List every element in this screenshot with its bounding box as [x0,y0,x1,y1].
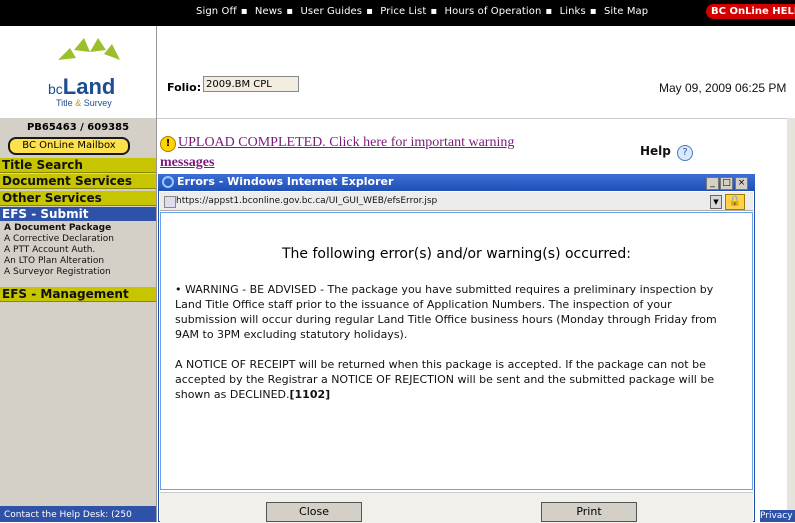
sidebar-item-efs-management[interactable]: EFS - Management [0,287,156,302]
sidebar-item-document-services[interactable]: Document Services [0,174,156,189]
nav-price-list[interactable]: Price List [380,6,426,17]
sidebar-subitem-lto-plan[interactable]: An LTO Plan Alteration [4,256,104,266]
notice-code: [1102] [289,388,331,401]
address-url[interactable]: https://appst1.bconline.gov.bc.ca/UI_GUI… [176,196,437,206]
page-icon [164,196,176,208]
nav-user-guides[interactable]: User Guides [300,6,362,17]
logo-land: Land [62,74,116,99]
folio-label: Folio: [167,81,202,94]
logo-survey: Survey [83,98,112,108]
lock-icon[interactable]: 🔒 [725,194,745,210]
account-number: PB65463 / 609385 [26,122,130,133]
logo-title: Title [56,98,73,108]
close-button[interactable]: Close [266,502,362,522]
nav-hours[interactable]: Hours of Operation [445,6,542,17]
warning-icon: ! [160,136,176,152]
divider [157,118,787,119]
folio-field[interactable]: 2009.BM CPL [203,76,299,92]
page-scrollbar[interactable] [787,118,795,514]
upload-completed-link-cont[interactable]: messages [160,155,214,171]
contact-help-desk: Contact the Help Desk: (250 [4,510,132,520]
sidebar-item-other-services[interactable]: Other Services [0,191,156,206]
print-button[interactable]: Print [541,502,637,522]
notice-message: A NOTICE OF RECEIPT will be returned whe… [175,357,730,402]
sidebar-subitem-surveyor-registration[interactable]: A Surveyor Registration [4,267,111,277]
help-icon[interactable]: ? [677,145,693,161]
sidebar-subitem-corrective-declaration[interactable]: A Corrective Declaration [4,234,114,244]
nav-separator: ▪ [545,6,553,17]
help-label[interactable]: Help [640,144,671,158]
error-heading: The following error(s) and/or warning(s)… [281,246,631,262]
nav-sign-off[interactable]: Sign Off [196,6,237,17]
minimize-button[interactable]: _ [706,177,719,190]
sidebar-item-efs-submit[interactable]: EFS - Submit [0,207,156,221]
nav-separator: ▪ [240,6,248,17]
land-title-logo-icon [58,38,120,60]
nav-news[interactable]: News [255,6,282,17]
window-close-button[interactable]: × [735,177,748,190]
bc-online-help-button[interactable]: BC OnLine HELP [706,4,795,19]
mailbox-button[interactable]: BC OnLine Mailbox [8,137,130,155]
address-dropdown-icon[interactable]: ▼ [710,195,722,209]
date-time: May 09, 2009 06:25 PM [659,81,787,95]
upload-completed-link[interactable]: UPLOAD COMPLETED. Click here for importa… [178,135,514,151]
nav-links[interactable]: Links [560,6,586,17]
sidebar-subitem-ptt-account[interactable]: A PTT Account Auth. [4,245,95,255]
nav-site-map[interactable]: Site Map [604,6,648,17]
privacy-link[interactable]: Privacy [760,510,795,522]
logo-wordmark: bcLand [48,74,148,100]
sidebar-item-title-search[interactable]: Title Search [0,158,156,173]
nav-separator: ▪ [430,6,438,17]
nav-separator: ▪ [366,6,374,17]
ie-icon [162,176,174,188]
popup-title: Errors - Windows Internet Explorer [177,175,394,188]
notice-text: A NOTICE OF RECEIPT will be returned whe… [175,358,715,401]
maximize-button[interactable]: □ [720,177,733,190]
logo-subtitle: Title & Survey [56,98,112,108]
nav-separator: ▪ [286,6,294,17]
logo-bc: bc [48,81,63,97]
warning-message: • WARNING - BE ADVISED - The package you… [175,283,717,341]
nav-separator: ▪ [589,6,597,17]
top-nav-links: Sign Off ▪ News ▪ User Guides ▪ Price List ▪… [196,6,648,17]
popup-footer [160,492,753,523]
sidebar-subitem-document-package[interactable]: A Document Package [4,223,111,233]
logo-amp: & [75,98,82,108]
